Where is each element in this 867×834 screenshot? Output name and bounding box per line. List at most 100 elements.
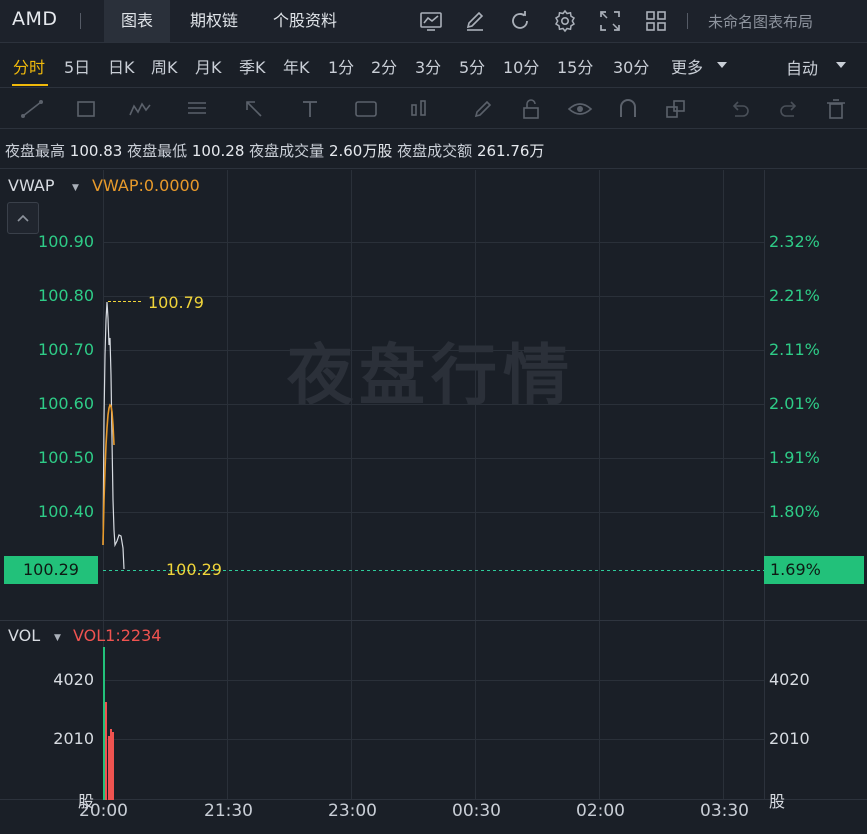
text-icon[interactable]: [296, 95, 324, 123]
period-more[interactable]: 更多: [671, 54, 703, 78]
period-3m[interactable]: 3分: [415, 54, 441, 78]
collapse-button[interactable]: [7, 202, 39, 234]
time-axis-label: 20:00: [79, 801, 128, 821]
time-axis-label: 21:30: [204, 801, 253, 821]
price-axis-label: 100.90: [38, 232, 94, 251]
vwap-indicator-value: VWAP:0.0000: [92, 176, 200, 195]
tab-chart[interactable]: 图表: [104, 0, 170, 42]
arrow-icon[interactable]: [240, 95, 268, 123]
eye-icon[interactable]: [566, 95, 594, 123]
percent-axis-label: 2.32%: [769, 232, 820, 251]
watermark: 夜盘行情: [287, 337, 575, 414]
vwap-indicator-name[interactable]: VWAP: [8, 176, 54, 195]
low-label: 夜盘最低: [127, 142, 188, 160]
price-axis-label: 100.50: [38, 448, 94, 467]
high-label: 夜盘最高: [5, 142, 66, 160]
horizontal-grid-volume: [103, 680, 764, 740]
volume-bar: [112, 732, 114, 800]
time-axis-label: 23:00: [328, 801, 377, 821]
period-1m[interactable]: 1分: [328, 54, 354, 78]
period-monthly[interactable]: 月K: [195, 54, 222, 78]
divider: [687, 13, 688, 29]
chevron-down-icon[interactable]: ▼: [72, 183, 79, 193]
time-axis-label: 00:30: [452, 801, 501, 821]
chevron-down-icon[interactable]: [717, 61, 727, 69]
tab-options-chain[interactable]: 期权链: [174, 0, 254, 42]
scale-mode-select[interactable]: 自动: [786, 55, 818, 79]
percent-axis-label: 2.01%: [769, 394, 820, 413]
time-axis-label: 03:30: [700, 801, 749, 821]
pattern-icon[interactable]: [126, 95, 154, 123]
lock-icon[interactable]: [517, 95, 545, 123]
rectangle-icon[interactable]: [72, 95, 100, 123]
fib-icon[interactable]: [183, 95, 211, 123]
percent-axis-label: 1.91%: [769, 448, 820, 467]
percent-axis-label: 2.11%: [769, 340, 820, 359]
period-quarterly[interactable]: 季K: [239, 54, 266, 78]
percent-axis-label: 1.80%: [769, 502, 820, 521]
measure-icon[interactable]: [405, 95, 433, 123]
period-2m[interactable]: 2分: [371, 54, 397, 78]
refresh-icon[interactable]: [507, 8, 533, 34]
trash-icon[interactable]: [822, 95, 850, 123]
period-10m[interactable]: 10分: [503, 54, 539, 78]
price-axis-label: 100.40: [38, 502, 94, 521]
redo-icon[interactable]: [775, 95, 803, 123]
price-axis-label: 100.60: [38, 394, 94, 413]
fullscreen-icon[interactable]: [597, 8, 623, 34]
volume-bars: [103, 647, 114, 800]
ticker-symbol[interactable]: AMD: [12, 8, 58, 30]
chevron-down-icon[interactable]: ▼: [54, 633, 61, 643]
period-intraday[interactable]: 分时: [13, 54, 45, 78]
volume-indicator-name[interactable]: VOL: [8, 626, 40, 645]
percent-axis-label: 2.21%: [769, 286, 820, 305]
layers-icon[interactable]: [662, 95, 690, 123]
indicator-icon[interactable]: [418, 8, 444, 34]
current-price-badge: 100.29: [4, 556, 98, 584]
period-daily[interactable]: 日K: [108, 54, 135, 78]
price-axis-label: 100.80: [38, 286, 94, 305]
pen-icon[interactable]: [469, 95, 497, 123]
current-price-label: 100.29: [166, 560, 222, 579]
chevron-up-icon: [17, 214, 29, 222]
active-period-indicator: [12, 84, 48, 86]
tab-stock-profile[interactable]: 个股资料: [258, 0, 352, 42]
settings-icon[interactable]: [552, 8, 578, 34]
divider: [80, 13, 81, 29]
current-percent-badge: 1.69%: [764, 556, 864, 584]
amount-label: 夜盘成交额: [397, 142, 473, 160]
volume-axis-label: 2010: [53, 729, 94, 748]
chevron-down-icon[interactable]: [836, 61, 846, 69]
chart-canvas[interactable]: [0, 168, 867, 834]
period-yearly[interactable]: 年K: [283, 54, 310, 78]
layout-grid-icon[interactable]: [643, 8, 669, 34]
period-30m[interactable]: 30分: [613, 54, 649, 78]
volume-bar: [108, 736, 110, 800]
max-price-label: 100.79: [148, 293, 204, 312]
volume-bar: [110, 729, 112, 800]
volume-indicator-value: VOL1:2234: [73, 626, 162, 645]
session-stats: 夜盘最高 100.83 夜盘最低 100.28 夜盘成交量 2.60万股 夜盘成…: [5, 140, 544, 161]
period-5d[interactable]: 5日: [64, 54, 90, 78]
vertical-grid: [103, 170, 724, 800]
draw-edit-icon[interactable]: [462, 8, 488, 34]
period-5m[interactable]: 5分: [459, 54, 485, 78]
magnet-icon[interactable]: [614, 95, 642, 123]
price-axis-label: 100.70: [38, 340, 94, 359]
amount-value: 261.76万: [476, 142, 545, 160]
undo-icon[interactable]: [726, 95, 754, 123]
annotation-icon[interactable]: [352, 95, 380, 123]
time-axis-label: 02:00: [576, 801, 625, 821]
trend-line-icon[interactable]: [18, 95, 46, 123]
period-15m[interactable]: 15分: [557, 54, 593, 78]
volume-value: 2.60万股: [328, 142, 393, 160]
volume-axis-label: 4020: [769, 670, 810, 689]
low-value: 100.28: [191, 142, 245, 160]
period-weekly[interactable]: 周K: [151, 54, 178, 78]
volume-bar: [103, 647, 105, 800]
volume-unit-label: 股: [769, 792, 786, 811]
layout-name[interactable]: 未命名图表布局: [708, 11, 813, 32]
volume-label: 夜盘成交量: [249, 142, 325, 160]
volume-bar: [105, 702, 107, 800]
volume-axis-label: 2010: [769, 729, 810, 748]
